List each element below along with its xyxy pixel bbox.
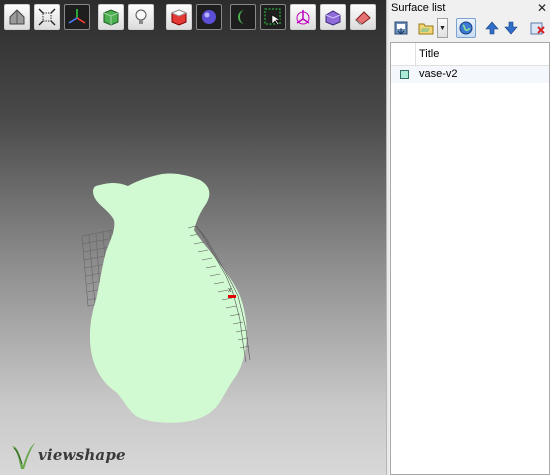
fit-view-icon [38, 8, 56, 26]
moon-button[interactable] [230, 4, 256, 30]
table-row[interactable]: vase-v2 [391, 66, 549, 83]
light-bulb-icon [135, 9, 147, 24]
logo-text: viewshape [38, 446, 126, 464]
panel-header: Surface list ✕ [389, 0, 550, 16]
arrow-up-icon [485, 21, 499, 35]
rotate-axis-icon [296, 10, 310, 25]
moon-icon [238, 10, 245, 24]
close-icon[interactable]: ✕ [537, 0, 547, 16]
folder-icon [418, 23, 434, 35]
sphere-icon [202, 10, 216, 24]
rotate-axis-button[interactable] [290, 4, 316, 30]
light-bulb-button[interactable] [128, 4, 154, 30]
box-shading-button[interactable] [166, 4, 192, 30]
select-region-icon [264, 8, 282, 26]
eraser-icon [355, 11, 371, 25]
surface-list-panel: Surface list ✕ ▼ Title vase-v2 [389, 0, 550, 475]
move-up-button[interactable] [482, 18, 502, 38]
surface-visibility-checkbox[interactable] [400, 70, 409, 79]
viewport-3d[interactable]: x viewshape [0, 0, 386, 475]
home-view-icon [9, 9, 25, 25]
logo-v-icon [12, 443, 35, 469]
solid-cube-icon [103, 9, 119, 26]
title-column-header[interactable]: Title [419, 48, 439, 60]
solid-cube-button[interactable] [98, 4, 124, 30]
open-file-icon [394, 21, 408, 35]
globe-icon [459, 21, 473, 35]
move-down-button[interactable] [501, 18, 521, 38]
delete-icon [530, 22, 545, 35]
import-dropdown[interactable]: ▼ [437, 18, 448, 38]
panel-toolbar: ▼ [389, 17, 550, 39]
red-marker [228, 295, 236, 298]
import-surface-button[interactable] [416, 18, 436, 38]
purple-cube-icon [325, 10, 341, 26]
visibility-column-header[interactable] [391, 43, 416, 65]
fit-view-button[interactable] [34, 4, 60, 30]
surface-table: Title vase-v2 [390, 42, 550, 475]
select-region-button[interactable] [260, 4, 286, 30]
viewshape-logo: viewshape [10, 440, 126, 470]
table-header: Title [391, 43, 549, 66]
home-view-button[interactable] [4, 4, 30, 30]
eraser-button[interactable] [350, 4, 376, 30]
axes-button[interactable] [64, 4, 90, 30]
axes-icon [68, 9, 86, 24]
panel-title: Surface list [391, 2, 446, 14]
surface-title: vase-v2 [419, 68, 458, 80]
scene-canvas[interactable]: x [0, 0, 386, 475]
open-surface-button[interactable] [391, 18, 411, 38]
delete-surface-button[interactable] [527, 18, 547, 38]
chevron-down-icon: ▼ [439, 24, 446, 32]
purple-cube-button[interactable] [320, 4, 346, 30]
box-shading-icon [170, 9, 188, 26]
axis-marker-x: x [228, 287, 232, 294]
sphere-button[interactable] [196, 4, 222, 30]
arrow-down-icon [504, 21, 518, 35]
vase-surface[interactable] [89, 173, 247, 423]
surface-view-button[interactable] [456, 18, 476, 38]
